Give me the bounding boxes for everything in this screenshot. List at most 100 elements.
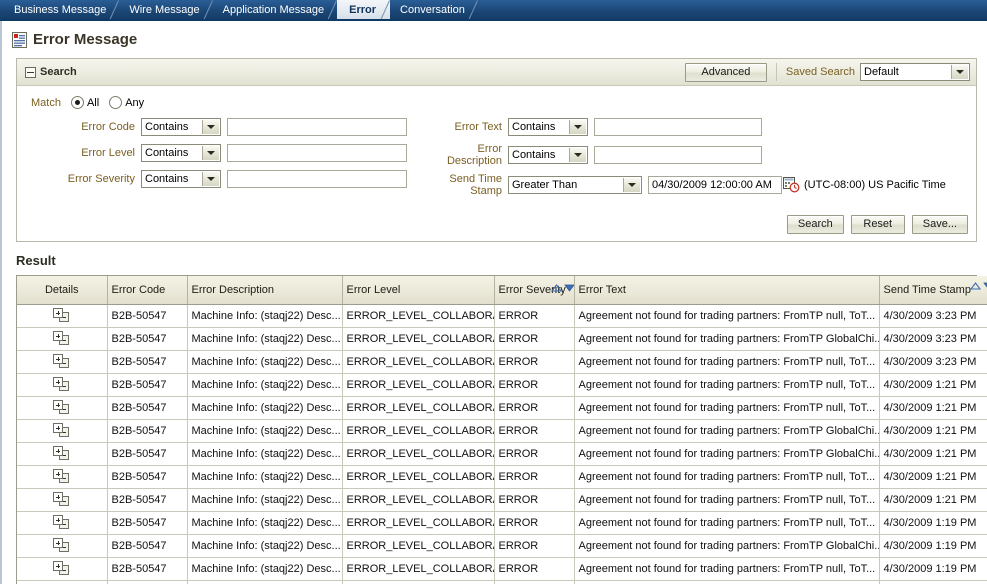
send-time-stamp-input[interactable] — [648, 176, 782, 194]
reset-button[interactable]: Reset — [850, 215, 905, 234]
cell-send-time-stamp: 4/30/2009 1:19 PM — [879, 511, 987, 535]
cell-error-description: Machine Info: (staqj22) Desc... — [187, 534, 343, 558]
table-row[interactable]: B2B-50547Machine Info: (staqj22) Desc...… — [17, 511, 987, 535]
cell-error-level: ERROR_LEVEL_COLLABORA... — [342, 396, 495, 420]
cell-error-description: Machine Info: (staqj22) Desc... — [187, 350, 343, 374]
cell-error-description: Machine Info: (staqj22) Desc... — [187, 580, 343, 584]
expand-collapse-details-icon[interactable] — [53, 353, 70, 368]
advanced-button[interactable]: Advanced — [684, 62, 767, 82]
cell-error-level: ERROR_LEVEL_COLLABORA... — [342, 442, 495, 466]
error-severity-operator-select[interactable]: Contains — [141, 170, 221, 188]
details-cell[interactable] — [17, 327, 108, 351]
search-panel: Search Advanced Saved Search Default Mat… — [16, 58, 977, 242]
table-row[interactable]: B2B-50547Machine Info: (staqj22) Desc...… — [17, 327, 987, 351]
error-level-operator-select[interactable]: Contains — [141, 144, 221, 162]
expand-collapse-details-icon[interactable] — [53, 422, 70, 437]
details-cell[interactable] — [17, 304, 108, 328]
expand-collapse-details-icon[interactable] — [53, 445, 70, 460]
expand-collapse-details-icon[interactable] — [53, 560, 70, 575]
sort-ascending-icon[interactable] — [969, 281, 982, 293]
column-header-details[interactable]: Details — [17, 276, 108, 305]
error-code-input[interactable] — [227, 118, 407, 136]
error-level-input[interactable] — [227, 144, 407, 162]
tab-business-message[interactable]: Business Message — [4, 0, 120, 21]
match-any-radio[interactable] — [109, 96, 123, 109]
table-row[interactable]: B2B-50547Machine Info: (staqj22) Desc...… — [17, 304, 987, 328]
details-cell[interactable] — [17, 465, 108, 489]
error-severity-input[interactable] — [227, 170, 407, 188]
column-header-error-severity[interactable]: Error Severity — [494, 276, 575, 305]
table-row[interactable]: B2B-50547Machine Info: (staqj22) Desc...… — [17, 534, 987, 558]
error-text-input[interactable] — [594, 118, 762, 136]
search-header-actions: Advanced Saved Search Default — [684, 62, 970, 82]
tab-conversation[interactable]: Conversation — [390, 0, 478, 21]
save-button[interactable]: Save... — [911, 215, 968, 234]
match-all-label: All — [86, 96, 100, 109]
chevron-down-icon — [202, 172, 219, 186]
expand-collapse-details-icon[interactable] — [53, 330, 70, 345]
result-table-container: Details Error Code Error Description Error … — [16, 275, 987, 584]
tab-error[interactable]: Error — [337, 0, 391, 21]
match-all-radio[interactable] — [70, 96, 84, 109]
error-text-operator-select[interactable]: Contains — [508, 118, 588, 136]
expand-collapse-details-icon[interactable] — [53, 399, 70, 414]
page-title-row: Error Message — [2, 21, 987, 54]
sort-descending-icon[interactable] — [563, 283, 573, 295]
chevron-down-icon — [202, 120, 219, 134]
details-cell[interactable] — [17, 373, 108, 397]
details-cell[interactable] — [17, 488, 108, 512]
expand-collapse-details-icon[interactable] — [53, 307, 70, 322]
details-cell[interactable] — [17, 442, 108, 466]
minus-box-icon[interactable] — [25, 66, 36, 78]
table-row[interactable]: B2B-50547Machine Info: (staqj22) Desc...… — [17, 488, 987, 512]
expand-collapse-details-icon[interactable] — [53, 537, 70, 552]
cell-error-severity: ERROR — [494, 396, 575, 420]
expand-collapse-details-icon[interactable] — [53, 514, 70, 529]
table-row[interactable]: B2B-50547Machine Info: (staqj22) Desc...… — [17, 350, 987, 374]
details-cell[interactable] — [17, 396, 108, 420]
cell-send-time-stamp: 4/30/2009 3:23 PM — [879, 327, 987, 351]
table-row[interactable]: B2B-50547Machine Info: (staqj22) Desc...… — [17, 557, 987, 581]
details-cell[interactable] — [17, 511, 108, 535]
details-cell[interactable] — [17, 350, 108, 374]
sort-ascending-icon[interactable] — [550, 283, 562, 295]
column-header-error-text[interactable]: Error Text — [574, 276, 880, 305]
column-header-error-description[interactable]: Error Description — [187, 276, 343, 305]
sort-controls — [550, 283, 573, 295]
expand-collapse-details-icon[interactable] — [53, 491, 70, 506]
table-row[interactable]: B2B-50547Machine Info: (staqj22) Desc...… — [17, 442, 987, 466]
tab-wire-message[interactable]: Wire Message — [119, 0, 213, 21]
expand-collapse-details-icon[interactable] — [53, 376, 70, 391]
column-header-error-code[interactable]: Error Code — [107, 276, 188, 305]
tab-application-message[interactable]: Application Message — [213, 0, 338, 21]
cell-error-description: Machine Info: (staqj22) Desc... — [187, 419, 343, 443]
sort-descending-icon[interactable] — [983, 281, 987, 293]
send-time-stamp-label: Send Time Stamp — [449, 173, 502, 197]
send-time-stamp-operator-select[interactable]: Greater Than — [508, 176, 642, 194]
column-header-label: Error Text — [578, 284, 626, 296]
search-button[interactable]: Search — [786, 215, 844, 234]
error-code-operator-select[interactable]: Contains — [141, 118, 221, 136]
details-cell[interactable] — [17, 557, 108, 581]
expand-collapse-details-icon[interactable] — [53, 468, 70, 483]
error-description-input[interactable] — [594, 146, 762, 164]
error-text-label: Error Text — [454, 121, 502, 133]
table-row[interactable]: B2B-50547Machine Info: (staqj22) Desc...… — [17, 373, 987, 397]
cell-error-severity: ERROR — [494, 442, 575, 466]
table-row[interactable]: B2B-50547Machine Info: (staqj22) Desc...… — [17, 396, 987, 420]
column-header-error-level[interactable]: Error Level — [342, 276, 495, 305]
details-cell[interactable] — [17, 419, 108, 443]
column-header-send-time-stamp[interactable]: Send Time Stamp — [879, 276, 987, 305]
error-description-operator-select[interactable]: Contains — [508, 146, 588, 164]
table-row[interactable]: B2B-50547Machine Info: (staqj22) Desc...… — [17, 580, 987, 584]
details-cell[interactable] — [17, 580, 108, 584]
search-panel-body: Match All Any Error Code Contains Error Le… — [17, 86, 976, 211]
details-cell[interactable] — [17, 534, 108, 558]
search-action-row: Search Reset Save... — [17, 211, 976, 241]
cell-error-text: Agreement not found for trading partners… — [574, 419, 880, 443]
table-row[interactable]: B2B-50547Machine Info: (staqj22) Desc...… — [17, 465, 987, 489]
calendar-clock-icon[interactable] — [783, 177, 800, 193]
table-row[interactable]: B2B-50547Machine Info: (staqj22) Desc...… — [17, 419, 987, 443]
cell-error-text: Agreement not found for trading partners… — [574, 511, 880, 535]
saved-search-select[interactable]: Default — [860, 63, 970, 81]
